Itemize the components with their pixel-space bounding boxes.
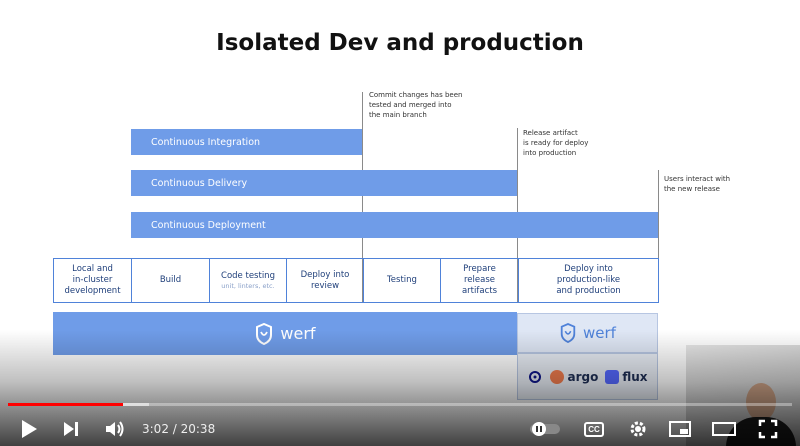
player-controls: 3:02 / 20:38 CC [0, 412, 800, 446]
stage-label: Prepare release artifacts [461, 264, 498, 296]
werf-logo-icon [256, 322, 273, 345]
stage-sublabel: unit, linters, etc. [221, 281, 275, 290]
play-button[interactable] [14, 412, 44, 446]
autoplay-toggle[interactable] [528, 412, 562, 446]
stage-code-testing: Code testing unit, linters, etc. [210, 259, 287, 302]
stage-deploy-review: Deploy into review [287, 259, 364, 302]
played-progress [8, 403, 124, 406]
users-milestone-line [658, 170, 659, 260]
next-button[interactable] [56, 412, 86, 446]
stage-label: Deploy into review [300, 269, 350, 291]
continuous-delivery-bar: Continuous Delivery [131, 170, 517, 196]
commit-note: Commit changes has been tested and merge… [369, 91, 463, 119]
stage-label: Local and in-cluster development [64, 264, 121, 296]
werf-right-label: werf [583, 324, 616, 342]
gear-icon [630, 421, 646, 437]
pipeline-stages: Local and in-cluster development Build C… [53, 258, 659, 303]
time-display: 3:02 / 20:38 [142, 422, 216, 436]
continuous-deployment-bar: Continuous Deployment [131, 212, 658, 238]
stage-local-dev: Local and in-cluster development [54, 259, 132, 302]
autoplay-toggle-icon [530, 422, 560, 436]
helm-tool [527, 369, 543, 385]
flux-tool: flux [605, 369, 648, 384]
argo-icon [550, 369, 565, 384]
stage-label: Code testing [221, 270, 275, 281]
flux-label: flux [622, 369, 648, 384]
flux-icon [605, 369, 620, 384]
stage-prepare-release: Prepare release artifacts [441, 259, 519, 302]
captions-icon: CC [584, 421, 604, 437]
stage-label: Testing [387, 275, 417, 285]
werf-main-block: werf [53, 312, 517, 355]
stage-testing: Testing [364, 259, 441, 302]
fullscreen-button[interactable] [754, 412, 782, 446]
werf-right-block: werf [517, 313, 658, 353]
argo-tool: argo [550, 369, 599, 384]
stage-label: Deploy into production-like and producti… [556, 264, 621, 296]
users-note: Users interact with the new release [664, 175, 731, 193]
captions-button[interactable]: CC [580, 412, 608, 446]
argo-label: argo [567, 369, 599, 384]
stage-build: Build [132, 259, 210, 302]
volume-button[interactable] [100, 412, 130, 446]
video-frame[interactable]: Isolated Dev and production Commit chang… [0, 0, 800, 446]
werf-logo-icon [560, 323, 576, 343]
volume-icon [106, 421, 124, 437]
deploy-tools: argo flux [517, 353, 658, 400]
miniplayer-icon [669, 421, 691, 437]
stage-deploy-production: Deploy into production-like and producti… [519, 259, 658, 302]
theater-icon [712, 422, 736, 436]
werf-main-label: werf [280, 324, 316, 343]
release-note: Release artifact is ready for deploy int… [523, 129, 589, 157]
stage-label: Build [159, 275, 182, 285]
play-icon [22, 420, 37, 438]
progress-bar[interactable] [8, 403, 792, 406]
miniplayer-button[interactable] [666, 412, 694, 446]
slide-title: Isolated Dev and production [216, 30, 584, 56]
helm-icon [529, 370, 542, 383]
settings-button[interactable] [624, 412, 652, 446]
continuous-integration-bar: Continuous Integration [131, 129, 362, 155]
fullscreen-icon [758, 419, 778, 439]
theater-button[interactable] [710, 412, 738, 446]
next-icon [64, 422, 78, 436]
